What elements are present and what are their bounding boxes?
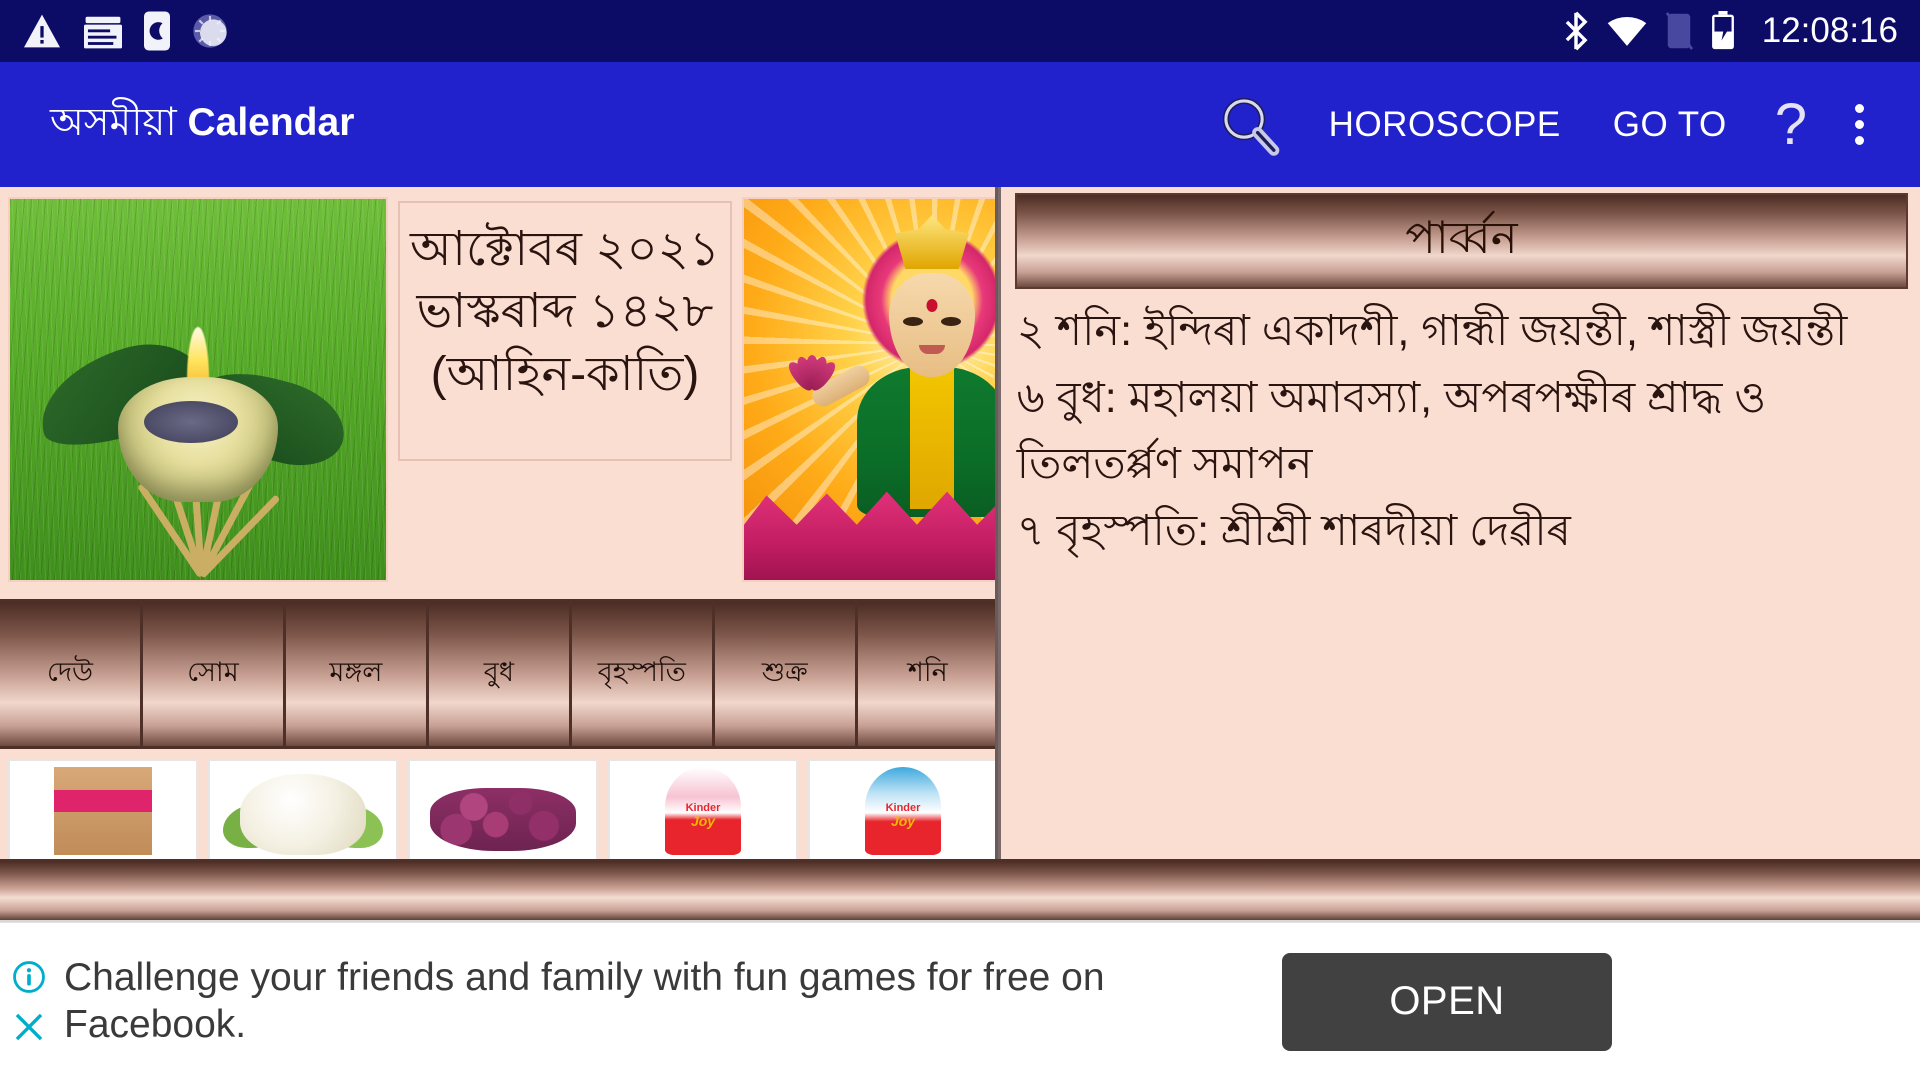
festival-entry[interactable]: ৭ বৃহস্পতি: শ্ৰীশ্ৰী শাৰদীয়া দেৱীৰ bbox=[1017, 499, 1906, 564]
status-bar-right-icons: 12:08:16 bbox=[1563, 11, 1898, 51]
pane-divider bbox=[994, 187, 998, 859]
app-bar-actions: HOROSCOPE GO TO ? bbox=[1197, 94, 1894, 156]
festivals-header: পাৰ্ব্বন bbox=[1014, 193, 1908, 289]
horoscope-button[interactable]: HOROSCOPE bbox=[1303, 105, 1587, 145]
do-not-disturb-moon-icon bbox=[144, 11, 170, 51]
weekday-label: সোম bbox=[187, 656, 239, 687]
deity-sash bbox=[910, 369, 955, 509]
cauliflower-image bbox=[216, 767, 390, 855]
joy-brand-label: Joy bbox=[690, 812, 716, 829]
bindi bbox=[926, 299, 938, 312]
kati-bihu-lamp-photo[interactable] bbox=[8, 197, 388, 582]
lotus-flower-left bbox=[776, 347, 840, 394]
weekday-label: বুধ bbox=[483, 656, 514, 687]
ad-info-icon[interactable] bbox=[12, 960, 46, 994]
app-screen: 12:08:16 অসমীয়া Calendar HOROSCOPE GO T… bbox=[0, 0, 1920, 1080]
bhaskarabda-label: ভাস্কৰাব্দ ১৪২৮ bbox=[416, 285, 714, 339]
kinder-joy-blue-image: Kinder Joy bbox=[816, 767, 990, 855]
festival-entry[interactable]: ২ শনি: ইন্দিৰা একাদশী, গান্ধী জয়ন্তী, শ… bbox=[1017, 299, 1906, 364]
product-carousel[interactable]: Kinder Joy Kinder Joy bbox=[0, 749, 998, 859]
notifications-stack-icon bbox=[84, 16, 122, 49]
app-title-english: Calendar bbox=[187, 101, 355, 144]
product-card-kinder-joy-pink[interactable]: Kinder Joy bbox=[608, 759, 798, 859]
weekday-label: শুক্র bbox=[761, 656, 808, 687]
assamese-month-label: (আহিন-কাতি) bbox=[430, 347, 700, 401]
festival-entry[interactable]: ৬ বুধ: মহালয়া অমাবস্যা, অপৰপক্ষীৰ শ্ৰাদ… bbox=[1017, 366, 1906, 497]
product-card-onions[interactable] bbox=[408, 759, 598, 859]
status-bar: 12:08:16 bbox=[0, 0, 1920, 62]
wifi-icon bbox=[1607, 16, 1646, 46]
app-title: অসমীয়া Calendar bbox=[50, 92, 354, 157]
calendar-hero-row: আক্টোবৰ ২০২১ ভাস্কৰাব্দ ১৪২৮ (আহিন-কাতি) bbox=[0, 187, 998, 587]
earthen-lamp bbox=[118, 377, 278, 502]
weekday-cell-monday[interactable]: সোম bbox=[142, 602, 286, 746]
ad-open-button[interactable]: OPEN bbox=[1282, 952, 1612, 1051]
eye-right bbox=[941, 317, 962, 326]
mouth bbox=[919, 345, 946, 354]
app-title-assamese: অসমীয়া bbox=[50, 101, 177, 144]
help-icon[interactable]: ? bbox=[1753, 91, 1829, 157]
weekday-label: দেউ bbox=[46, 656, 94, 687]
status-bar-left-icons bbox=[22, 11, 230, 51]
calendar-pane: আক্টোবৰ ২০২১ ভাস্কৰাব্দ ১৪২৮ (আহিন-কাতি) bbox=[0, 187, 1001, 859]
app-bar: অসমীয়া Calendar HOROSCOPE GO TO ? bbox=[0, 62, 1920, 187]
ad-body-text: Challenge your friends and family with f… bbox=[64, 955, 1105, 1046]
weekday-label: মঙ্গল bbox=[329, 656, 383, 687]
month-year-label: আক্টোবৰ ২০২১ bbox=[410, 223, 721, 276]
bluetooth-icon bbox=[1565, 11, 1588, 51]
joy-brand-label: Joy bbox=[890, 812, 916, 829]
weekday-label: বৃহস্পতি bbox=[597, 656, 686, 687]
paddy-field-background bbox=[10, 199, 386, 580]
eye-left bbox=[903, 317, 924, 326]
kinder-joy-pink-image: Kinder Joy bbox=[616, 767, 790, 855]
festivals-header-label: পাৰ্ব্বন bbox=[1405, 211, 1518, 263]
product-card-kinder-joy-blue[interactable]: Kinder Joy bbox=[808, 759, 998, 859]
search-icon[interactable] bbox=[1197, 94, 1303, 156]
weekday-cell-saturday[interactable]: শনি bbox=[857, 602, 998, 746]
weekday-cell-sunday[interactable]: দেউ bbox=[0, 602, 143, 746]
weekday-cell-tuesday[interactable]: মঙ্গল bbox=[285, 602, 429, 746]
festivals-list: ২ শনি: ইন্দিৰা একাদশী, গান্ধী জয়ন্তী, শ… bbox=[1015, 299, 1908, 564]
lamp-opening bbox=[144, 401, 238, 443]
goddess-lakshmi-photo[interactable] bbox=[742, 197, 998, 582]
battery-charging-icon bbox=[1711, 11, 1734, 50]
bottom-decorative-bar bbox=[0, 859, 1920, 922]
no-sim-icon bbox=[1665, 12, 1693, 50]
almonds-image bbox=[16, 767, 190, 855]
kebab-menu-icon[interactable] bbox=[1829, 104, 1894, 145]
sync-progress-icon bbox=[193, 14, 227, 48]
warning-triangle-icon bbox=[24, 14, 60, 48]
weekday-cell-thursday[interactable]: বৃহস্পতি bbox=[571, 602, 715, 746]
ad-badge-column bbox=[0, 960, 52, 1044]
weekday-cell-friday[interactable]: শুক্র bbox=[714, 602, 858, 746]
weekday-header-row: দেউ সোম মঙ্গল বুধ বৃহস্পতি শুক্র শনি bbox=[0, 599, 998, 749]
status-clock: 12:08:16 bbox=[1761, 11, 1898, 50]
month-header-card: আক্টোবৰ ২০২১ ভাস্কৰাব্দ ১৪২৮ (আহিন-কাতি) bbox=[398, 201, 733, 461]
main-content: আক্টোবৰ ২০২১ ভাস্কৰাব্দ ১৪২৮ (আহিন-কাতি) bbox=[0, 187, 1920, 859]
help-question-mark: ? bbox=[1774, 91, 1807, 157]
festivals-pane: পাৰ্ব্বন ২ শনি: ইন্দিৰা একাদশী, গান্ধী জ… bbox=[1000, 187, 1920, 859]
product-card-almonds[interactable] bbox=[8, 759, 198, 859]
onions-image bbox=[416, 767, 590, 855]
weekday-label: শনি bbox=[907, 656, 948, 687]
ad-banner[interactable]: Challenge your friends and family with f… bbox=[0, 922, 1920, 1080]
goto-button[interactable]: GO TO bbox=[1587, 105, 1753, 145]
ad-close-icon[interactable] bbox=[12, 1010, 46, 1044]
weekday-cell-wednesday[interactable]: বুধ bbox=[428, 602, 572, 746]
product-card-cauliflower[interactable] bbox=[208, 759, 398, 859]
